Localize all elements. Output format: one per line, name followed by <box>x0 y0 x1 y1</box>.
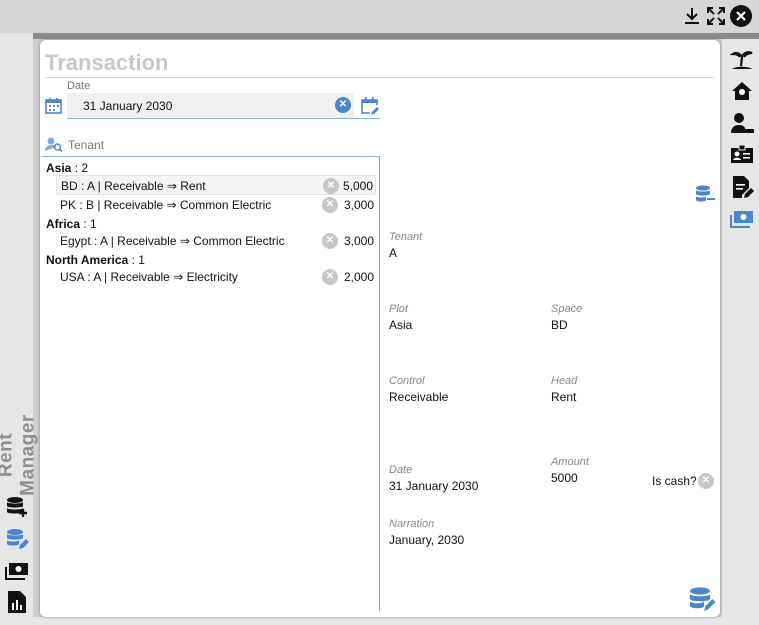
group-count: 1 <box>90 217 97 231</box>
list-item-amount: 2,000 <box>343 270 374 284</box>
edit-database-icon[interactable] <box>5 527 29 551</box>
detail-narration-value: January, 2030 <box>389 533 465 547</box>
group-count: 1 <box>138 253 145 267</box>
detail-amount-label: Amount <box>551 456 589 468</box>
list-item-text: Egypt : A | Receivable ⇒ Common Electric <box>60 234 285 248</box>
list-item-text: PK : B | Receivable ⇒ Common Electric <box>60 198 272 212</box>
list-item[interactable]: Egypt : A | Receivable ⇒ Common Electric… <box>56 231 376 251</box>
detail-date-label: Date <box>389 464 413 476</box>
fullscreen-icon[interactable] <box>706 6 728 28</box>
transaction-icon[interactable] <box>730 207 754 231</box>
is-cash-label: Is cash? <box>652 474 697 488</box>
detail-head-value: Rent <box>551 390 577 404</box>
list-border <box>42 156 380 157</box>
detail-date-value: 31 January 2030 <box>389 479 479 493</box>
close-icon[interactable] <box>730 5 752 27</box>
group-name: North America <box>46 253 129 267</box>
clear-date-icon[interactable]: ✕ <box>335 97 351 113</box>
edit-calendar-icon[interactable] <box>360 96 380 116</box>
list-item[interactable]: USA : A | Receivable ⇒ Electricity ✕ 2,0… <box>56 267 376 287</box>
remove-item-icon[interactable]: ✕ <box>322 269 338 285</box>
top-shadow <box>33 33 759 39</box>
remove-item-icon[interactable]: ✕ <box>323 178 339 194</box>
list-item-text: USA : A | Receivable ⇒ Electricity <box>60 270 238 284</box>
list-item-amount: 3,000 <box>343 234 374 248</box>
detail-head-label: Head <box>551 375 578 387</box>
detail-plot-value: Asia <box>389 318 413 332</box>
detail-control-value: Receivable <box>389 390 449 404</box>
tenant-icon[interactable] <box>730 111 754 135</box>
tenant-search-icon <box>45 136 63 152</box>
date-underline <box>67 118 380 119</box>
left-sidebar: Rent Manager <box>0 33 39 625</box>
group-header[interactable]: Africa : 1 <box>46 217 97 231</box>
date-value: 31 January 2030 <box>83 99 173 113</box>
detail-tenant-label: Tenant <box>389 231 423 243</box>
detail-amount-value: 5000 <box>551 471 578 485</box>
report-icon[interactable] <box>6 590 30 614</box>
money-icon[interactable] <box>5 559 29 583</box>
group-header[interactable]: Asia : 2 <box>46 161 88 175</box>
list-item-text: BD : A | Receivable ⇒ Rent <box>61 179 206 193</box>
detail-plot-label: Plot <box>389 303 408 315</box>
list-item[interactable]: BD : A | Receivable ⇒ Rent ✕ 5,000 <box>56 175 376 195</box>
date-label: Date <box>67 80 91 92</box>
delete-database-icon[interactable] <box>695 184 715 204</box>
title-divider <box>45 77 714 78</box>
list-item-amount: 3,000 <box>343 198 374 212</box>
tenant-search-input[interactable]: Tenant <box>68 138 104 152</box>
calendar-icon[interactable] <box>45 97 62 114</box>
detail-space-label: Space <box>551 303 583 315</box>
page-title: Transaction <box>45 50 169 75</box>
group-name: Asia <box>46 161 72 175</box>
remove-item-icon[interactable]: ✕ <box>322 197 338 213</box>
remove-item-icon[interactable]: ✕ <box>322 233 338 249</box>
transaction-panel: Transaction Date 31 January 2030 ✕ Tenan… <box>40 40 720 617</box>
island-icon[interactable] <box>730 47 754 71</box>
is-cash-toggle[interactable]: ✕ <box>698 473 714 489</box>
detail-tenant-value: A <box>389 246 398 260</box>
date-input[interactable]: 31 January 2030 ✕ <box>67 93 354 118</box>
group-name: Africa <box>46 217 81 231</box>
bottom-strip <box>33 617 759 625</box>
save-database-icon[interactable] <box>689 586 715 612</box>
detail-space-value: BD <box>551 318 568 332</box>
add-database-icon[interactable] <box>5 495 29 519</box>
home-icon[interactable] <box>730 79 754 103</box>
detail-narration-label: Narration <box>389 518 435 530</box>
panel-divider <box>379 156 380 611</box>
list-item-amount: 5,000 <box>342 179 373 193</box>
group-header[interactable]: North America : 1 <box>46 253 145 267</box>
download-icon[interactable] <box>682 6 704 28</box>
right-sidebar <box>722 39 759 625</box>
list-item[interactable]: PK : B | Receivable ⇒ Common Electric ✕ … <box>56 195 376 215</box>
group-count: 2 <box>81 161 89 175</box>
edit-document-icon[interactable] <box>730 175 754 199</box>
window-title-bar <box>0 0 759 33</box>
id-card-icon[interactable] <box>730 143 754 167</box>
detail-control-label: Control <box>389 375 425 387</box>
